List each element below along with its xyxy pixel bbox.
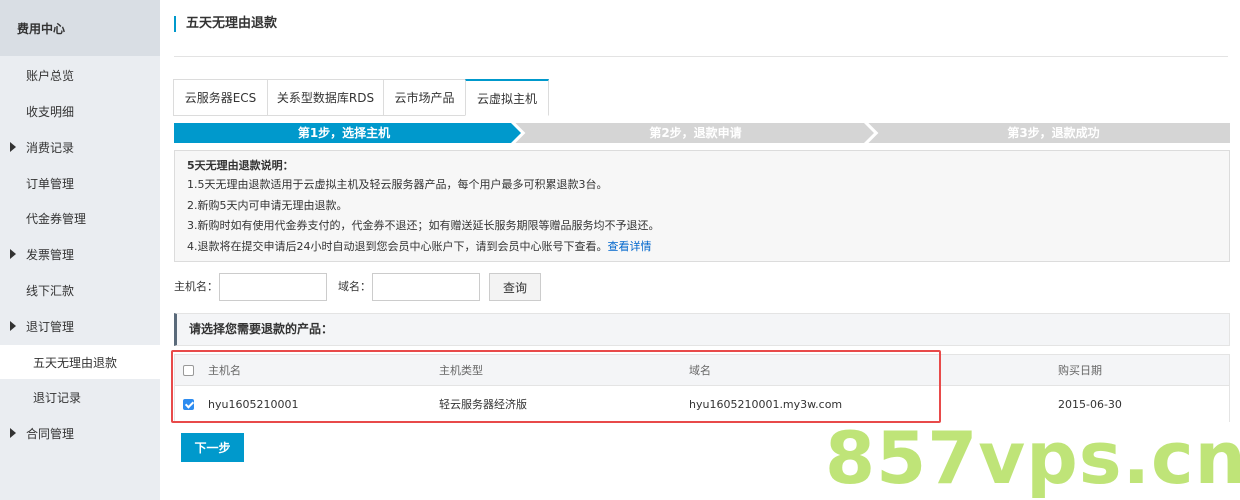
tab-marketplace[interactable]: 云市场产品 bbox=[383, 79, 465, 116]
notice-line-1: 1.5天无理由退款适用于云虚拟主机及轻云服务器产品，每个用户最多可积累退款3台。 bbox=[187, 178, 608, 191]
caret-right-icon bbox=[10, 428, 16, 438]
column-host-type: 主机类型 bbox=[439, 364, 483, 377]
tab-ecs[interactable]: 云服务器ECS bbox=[173, 79, 267, 116]
sidebar-item-contract-management[interactable]: 合同管理 bbox=[0, 421, 160, 445]
refund-notice: 5天无理由退款说明： 1.5天无理由退款适用于云虚拟主机及轻云服务器产品，每个用… bbox=[174, 150, 1230, 262]
sidebar-item-five-day-refund[interactable]: 五天无理由退款 bbox=[0, 345, 160, 379]
host-name-input[interactable] bbox=[219, 273, 327, 301]
step-progress: 第1步，选择主机 第2步，退款申请 第3步，退款成功 bbox=[174, 123, 1230, 143]
section-title: 请选择您需要退款的产品： bbox=[174, 313, 1230, 346]
sidebar-item-unsubscribe-records[interactable]: 退订记录 bbox=[0, 385, 160, 409]
row-domain: hyu1605210001.my3w.com bbox=[689, 397, 843, 411]
page-title: 五天无理由退款 bbox=[174, 16, 277, 32]
product-tabs: 云服务器ECS 关系型数据库RDS 云市场产品 云虚拟主机 bbox=[173, 79, 549, 116]
sidebar-item-label: 发票管理 bbox=[26, 247, 75, 262]
sidebar-item-label: 代金券管理 bbox=[26, 211, 87, 226]
sidebar-item-label: 退订记录 bbox=[33, 390, 82, 405]
row-select-cell bbox=[183, 386, 194, 422]
sidebar-item-label: 退订管理 bbox=[26, 319, 75, 334]
sidebar-title: 费用中心 bbox=[0, 0, 160, 56]
host-name-label: 主机名： bbox=[174, 280, 218, 293]
caret-right-icon bbox=[10, 142, 16, 152]
sidebar-item-voucher-management[interactable]: 代金券管理 bbox=[0, 206, 160, 230]
table-header: 主机名 主机类型 域名 购买日期 bbox=[175, 355, 1229, 386]
step-1-label: 第1步，选择主机 bbox=[297, 126, 391, 140]
caret-right-icon bbox=[10, 249, 16, 259]
sidebar-item-consumption-records[interactable]: 消费记录 bbox=[0, 135, 160, 159]
sidebar-item-label: 收支明细 bbox=[26, 104, 75, 119]
sidebar-item-invoice-management[interactable]: 发票管理 bbox=[0, 242, 160, 266]
column-host-name: 主机名 bbox=[208, 364, 241, 377]
sidebar-item-offline-remittance[interactable]: 线下汇款 bbox=[0, 278, 160, 302]
sidebar-item-label: 五天无理由退款 bbox=[33, 355, 118, 370]
view-details-link[interactable]: 查看详情 bbox=[608, 240, 652, 253]
notice-line-4: 4.退款将在提交申请后24小时自动退到您会员中心账户下，请到会员中心账号下查看。… bbox=[187, 237, 1217, 258]
notice-line-2: 2.新购5天内可申请无理由退款。 bbox=[187, 198, 348, 212]
caret-right-icon bbox=[10, 321, 16, 331]
next-step-button[interactable]: 下一步 bbox=[181, 433, 244, 462]
column-purchase-date: 购买日期 bbox=[1058, 364, 1102, 377]
sidebar-item-label: 合同管理 bbox=[26, 426, 75, 441]
sidebar-item-label: 订单管理 bbox=[26, 176, 75, 191]
query-button[interactable]: 查询 bbox=[489, 273, 541, 301]
watermark-logo: 857vps.cn bbox=[825, 416, 1240, 500]
title-divider bbox=[174, 56, 1228, 57]
notice-line-4-text: 4.退款将在提交申请后24小时自动退到您会员中心账户下，请到会员中心账号下查看。 bbox=[187, 239, 608, 253]
tab-rds[interactable]: 关系型数据库RDS bbox=[267, 79, 383, 116]
sidebar: 费用中心 账户总览 收支明细 消费记录 订单管理 代金券管理 发票管理 线下汇款… bbox=[0, 0, 160, 500]
main-content: 五天无理由退款 云服务器ECS 关系型数据库RDS 云市场产品 云虚拟主机 第1… bbox=[160, 0, 1240, 500]
sidebar-item-label: 消费记录 bbox=[26, 140, 75, 155]
sidebar-item-account-overview[interactable]: 账户总览 bbox=[0, 63, 160, 87]
row-checkbox[interactable] bbox=[183, 398, 194, 410]
notice-line-3: 3.新购时如有使用代金券支付的，代金券不退还；如有赠送延长服务期限等赠品服务均不… bbox=[187, 219, 660, 232]
row-host-type: 轻云服务器经济版 bbox=[439, 398, 527, 411]
column-domain: 域名 bbox=[689, 364, 711, 377]
row-host-name: hyu1605210001 bbox=[208, 397, 299, 411]
product-table: 主机名 主机类型 域名 购买日期 hyu1605210001 轻云服务器经济版 … bbox=[174, 354, 1230, 422]
sidebar-item-order-management[interactable]: 订单管理 bbox=[0, 171, 160, 195]
domain-label: 域名： bbox=[338, 280, 371, 293]
search-row: 主机名： 域名： 查询 bbox=[174, 273, 1230, 302]
tab-virtual-host[interactable]: 云虚拟主机 bbox=[465, 79, 549, 116]
step-3-label: 第3步，退款成功 bbox=[1007, 126, 1100, 140]
domain-input[interactable] bbox=[372, 273, 480, 301]
sidebar-item-income-expense[interactable]: 收支明细 bbox=[0, 99, 160, 123]
notice-title: 5天无理由退款说明： bbox=[187, 159, 294, 172]
select-all-cell bbox=[183, 355, 194, 385]
select-all-checkbox[interactable] bbox=[183, 364, 194, 376]
sidebar-item-label: 账户总览 bbox=[26, 68, 75, 83]
sidebar-item-unsubscribe-management[interactable]: 退订管理 bbox=[0, 314, 160, 338]
sidebar-item-label: 线下汇款 bbox=[26, 283, 75, 298]
step-2-label: 第2步，退款申请 bbox=[649, 126, 742, 140]
